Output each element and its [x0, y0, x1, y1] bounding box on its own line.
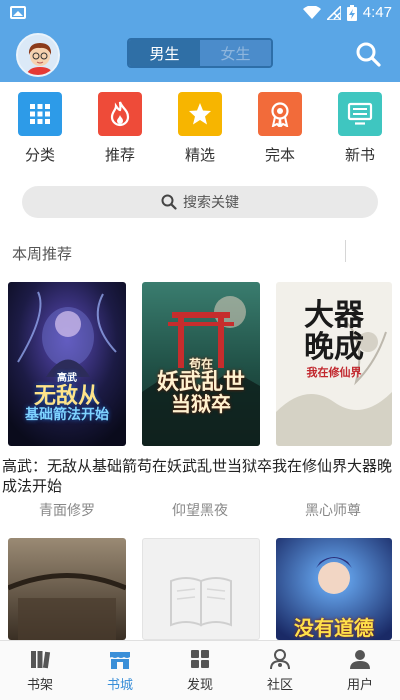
bookshelf-icon [31, 651, 51, 669]
search-icon [161, 194, 177, 210]
cover-text: 我在修仙界 [306, 366, 362, 379]
book-cover-3[interactable]: 大器 晚成 我在修仙界 [276, 282, 392, 446]
cover-text: 晚成 [304, 329, 364, 365]
section-title: 本周推荐 [12, 245, 73, 263]
cover-text: 苟在 [188, 357, 213, 371]
tab-bookstore[interactable]: 书城 [80, 641, 160, 700]
avatar[interactable] [16, 33, 60, 77]
tab-discover[interactable]: 发现 [160, 641, 240, 700]
bottom-tab-bar: 书架 书城 发现 社区 用户 [0, 640, 400, 700]
tab-label: 社区 [266, 678, 293, 693]
category-label: 新书 [344, 146, 375, 164]
book-author: 青面修罗 [39, 503, 95, 519]
tab-label: 书城 [106, 678, 133, 693]
cover-text: 没有道德 [294, 616, 374, 640]
medal-icon [258, 92, 302, 136]
tab-male[interactable]: 男生 [129, 40, 200, 66]
cover-text: 大器 [304, 298, 364, 333]
category-label: 精选 [184, 146, 215, 164]
community-icon [270, 649, 290, 670]
book-cover-placeholder[interactable] [142, 538, 260, 640]
cover-text: 高武 [57, 373, 77, 384]
category-classify[interactable]: 分类 [10, 92, 70, 165]
search-input[interactable]: 搜索关键 [22, 186, 378, 218]
divider [345, 240, 346, 262]
cover-text: 基础箭法开始 [25, 406, 109, 423]
book-titles-text: 高武：无敌从基础箭苟在妖武乱世当狱卒我在修仙界大器晚成法开始 [2, 457, 393, 495]
book-cover-4[interactable] [8, 538, 126, 640]
category-label: 推荐 [104, 146, 135, 164]
app-header: 男生 女生 [0, 26, 400, 82]
status-bar: 4:47 [0, 0, 400, 26]
wifi-icon [302, 5, 321, 19]
book-author: 仰望黑夜 [172, 503, 228, 519]
tab-bookshelf[interactable]: 书架 [0, 641, 80, 700]
cover-text: 妖武乱世 [156, 369, 245, 395]
book-cover-2[interactable]: 苟在 妖武乱世 当狱卒 [142, 282, 260, 446]
search-placeholder: 搜索关键 [183, 195, 239, 211]
book-cover-6[interactable]: 没有道德 [276, 538, 392, 640]
tab-label: 书架 [26, 678, 53, 693]
cover-text: 当狱卒 [171, 391, 231, 416]
book-cover-1[interactable]: 高武 无敌从 基础箭法开始 [8, 282, 126, 446]
tab-label: 发现 [186, 678, 213, 693]
category-featured[interactable]: 精选 [170, 92, 230, 165]
tab-user[interactable]: 用户 [320, 641, 400, 700]
tab-female[interactable]: 女生 [200, 40, 271, 66]
gender-tabs: 男生 女生 [127, 38, 273, 68]
store-icon [110, 652, 130, 669]
tab-community[interactable]: 社区 [240, 641, 320, 700]
category-recommend[interactable]: 推荐 [90, 92, 150, 165]
category-label: 分类 [24, 146, 55, 164]
book-author: 黑心师尊 [305, 503, 361, 519]
cover-text: 无敌从 [33, 383, 100, 409]
book-placeholder-icon [170, 577, 232, 627]
cartoon-avatar-icon [18, 35, 58, 75]
status-bar-right: 4:47 [302, 4, 392, 21]
tab-label: 用户 [346, 678, 373, 693]
discover-icon [191, 650, 209, 668]
search-icon[interactable] [354, 40, 382, 68]
clock: 4:47 [362, 4, 392, 21]
no-signal-icon [326, 5, 341, 20]
category-completed[interactable]: 完本 [250, 92, 310, 165]
image-notification-icon [10, 6, 26, 19]
book-cover-art [8, 538, 126, 640]
grid-icon [18, 92, 62, 136]
monitor-icon [338, 92, 382, 136]
category-new[interactable]: 新书 [330, 92, 390, 165]
star-icon [178, 92, 222, 136]
category-label: 完本 [264, 146, 295, 164]
fire-icon [98, 92, 142, 136]
battery-charging-icon [346, 4, 357, 21]
category-shortcuts: 分类 推荐 精选 完本 新书 [0, 92, 400, 172]
user-icon [350, 650, 370, 669]
